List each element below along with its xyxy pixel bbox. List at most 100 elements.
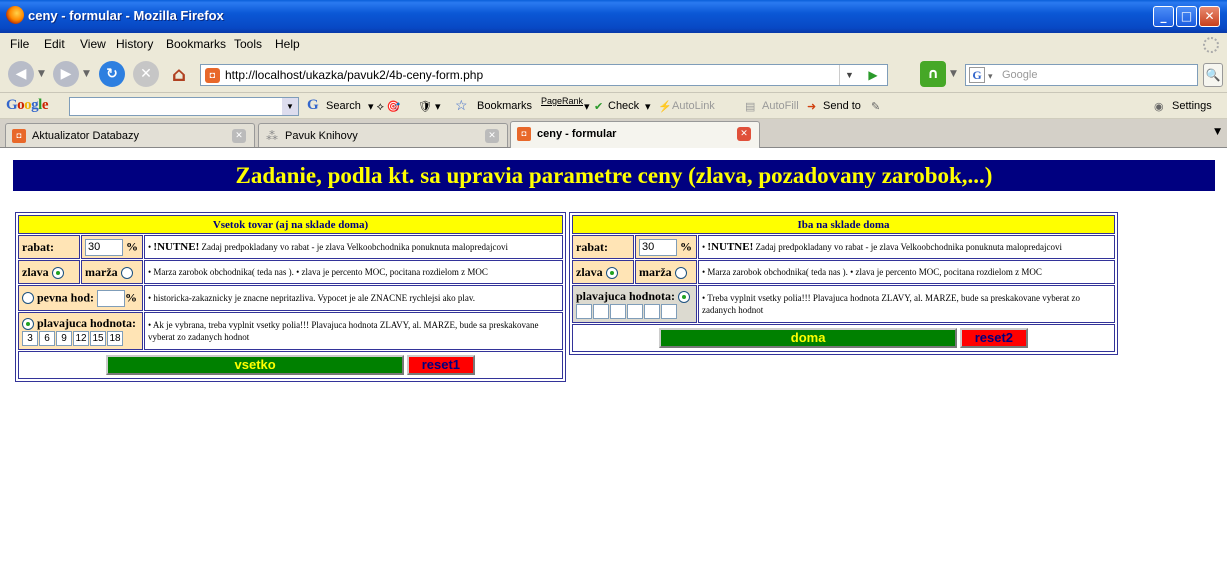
autolink-button[interactable]: AutoLink <box>672 100 715 112</box>
plavajuca-radio[interactable] <box>678 291 691 304</box>
autofill-button[interactable]: AutoFill <box>762 100 799 112</box>
percent-label: % <box>125 289 138 304</box>
marza-note: • Marza zarobok obchodnika( teda nas ). … <box>144 260 563 284</box>
tab-pavuk-knihovy[interactable]: ⁂ Pavuk Knihovy ✕ <box>258 123 508 147</box>
search-dropdown-icon[interactable]: ▾ ⟡ 🎯 <box>368 100 401 114</box>
plav-value-input[interactable]: 15 <box>90 331 106 346</box>
settings-icon: ◉ <box>1154 101 1164 113</box>
autofill-icon: ▤ <box>745 101 756 113</box>
rabat-label: rabat: <box>18 235 80 259</box>
tab-close-icon[interactable]: ✕ <box>485 129 499 143</box>
note-text: Zadaj predpokladany vo rabat - je zlava … <box>755 242 1062 252</box>
maximize-button[interactable]: □ <box>1176 6 1197 27</box>
menu-view[interactable]: View <box>80 37 106 51</box>
menu-history[interactable]: History <box>116 37 153 51</box>
pevna-note: • historicka-zakaznicky je znacne neprit… <box>144 285 563 311</box>
google-toolbar-icon[interactable]: ∩ <box>920 61 946 87</box>
reset1-button[interactable]: reset1 <box>406 355 475 375</box>
star-icon: ☆ <box>455 97 468 113</box>
pevna-radio[interactable] <box>22 292 34 304</box>
reset2-button[interactable]: reset2 <box>959 328 1028 348</box>
search-engine-icon[interactable]: G <box>969 67 985 83</box>
percent-label: % <box>126 238 138 253</box>
menu-tools[interactable]: Tools <box>234 37 262 51</box>
highlighter-icon[interactable]: ✎ <box>871 100 880 113</box>
vsetko-submit-button[interactable]: vsetko <box>106 355 405 375</box>
window-title: ceny - formular - Mozilla Firefox <box>28 8 224 23</box>
back-icon[interactable]: ◀ <box>8 61 34 87</box>
marza-label: marža <box>639 264 672 279</box>
zlava-radio[interactable] <box>51 266 64 279</box>
url-history-dropdown-icon[interactable]: ▼ <box>839 65 859 85</box>
pagerank-indicator[interactable]: PageRank <box>541 96 583 106</box>
sendto-button[interactable]: Send to <box>823 100 861 112</box>
go-icon[interactable]: ▶ <box>863 65 883 85</box>
check-button[interactable]: Check <box>608 100 639 112</box>
plav-value-input[interactable] <box>593 304 609 319</box>
plavajuca-note: • Treba vyplnit vsetky polia!!! Plavajuc… <box>698 285 1115 323</box>
menu-edit[interactable]: Edit <box>44 37 65 51</box>
zlava-label: zlava <box>22 264 49 279</box>
home-icon[interactable]: ⌂ <box>166 61 192 87</box>
plav-value-input[interactable]: 6 <box>39 331 55 346</box>
google-search-dropdown-icon[interactable]: ▼ <box>282 98 298 115</box>
forward-icon[interactable]: ▶ <box>53 61 79 87</box>
close-button[interactable]: ✕ <box>1199 6 1220 27</box>
google-search-input[interactable]: ▼ <box>69 97 299 116</box>
back-dropdown-icon[interactable]: ▼ <box>38 69 45 79</box>
form-header: Iba na sklade doma <box>572 215 1115 234</box>
tab-aktualizator[interactable]: ◘ Aktualizator Databazy ✕ <box>5 123 255 147</box>
blocker-icon[interactable]: 🛡 ▾ <box>418 100 441 113</box>
tab-close-icon[interactable]: ✕ <box>232 129 246 143</box>
form-header: Vsetok tovar (aj na sklade doma) <box>18 215 563 234</box>
menu-file[interactable]: File <box>10 37 29 51</box>
tab-favicon: ◘ <box>12 129 26 143</box>
pevna-input[interactable] <box>97 289 126 307</box>
note-important: !NUTNE! <box>153 241 200 253</box>
plav-value-input[interactable] <box>576 304 592 319</box>
search-box[interactable]: G ▾ Google <box>965 64 1198 86</box>
plav-value-input[interactable]: 9 <box>56 331 72 346</box>
plav-value-input[interactable] <box>661 304 677 319</box>
minimize-button[interactable]: _ <box>1153 6 1174 27</box>
tab-label: Aktualizator Databazy <box>32 130 139 142</box>
tab-label: ceny - formular <box>537 128 617 140</box>
menu-help[interactable]: Help <box>275 37 300 51</box>
navigation-toolbar: ◀ ▼ ▶ ▼ ↻ ✕ ⌂ ◘ http://localhost/ukazka/… <box>0 55 1227 93</box>
tab-close-icon[interactable]: ✕ <box>737 127 751 141</box>
tab-ceny-formular[interactable]: ◘ ceny - formular ✕ <box>510 121 760 148</box>
rabat-label: rabat: <box>572 235 634 259</box>
plav-value-input[interactable]: 12 <box>73 331 89 346</box>
url-bar[interactable]: ◘ http://localhost/ukazka/pavuk2/4b-ceny… <box>200 64 888 86</box>
form-vsetko: Vsetok tovar (aj na sklade doma) rabat: … <box>15 212 566 382</box>
search-button[interactable]: 🔍 <box>1203 63 1223 87</box>
menu-bookmarks[interactable]: Bookmarks <box>166 37 226 51</box>
forward-dropdown-icon[interactable]: ▼ <box>83 69 90 79</box>
plav-value-input[interactable] <box>610 304 626 319</box>
google-toolbar: Google ▼ G Search ▾ ⟡ 🎯 🛡 ▾ ☆ Bookmarks … <box>0 93 1227 119</box>
reload-icon[interactable]: ↻ <box>99 61 125 87</box>
rabat-note: • !NUTNE! Zadaj predpokladany vo rabat -… <box>698 235 1115 259</box>
google-search-button[interactable]: Search <box>326 100 361 112</box>
marza-radio[interactable] <box>674 266 687 279</box>
bookmarks-button[interactable]: Bookmarks <box>477 100 532 112</box>
plavajuca-radio[interactable] <box>22 318 34 331</box>
rabat-input[interactable]: 30 <box>639 238 677 256</box>
plav-value-input[interactable] <box>644 304 660 319</box>
doma-submit-button[interactable]: doma <box>659 328 958 348</box>
tab-list-icon[interactable]: ▼ <box>1214 127 1221 137</box>
check-dropdown-icon[interactable]: ▾ <box>645 100 651 113</box>
google-logo[interactable]: Google <box>6 97 49 114</box>
google-dropdown-icon[interactable]: ▼ <box>950 69 957 79</box>
pagerank-dropdown-icon[interactable]: ▾ <box>584 100 590 113</box>
title-bar: ceny - formular - Mozilla Firefox _ □ ✕ <box>0 0 1227 33</box>
zlava-radio[interactable] <box>605 266 618 279</box>
plav-value-input[interactable]: 3 <box>22 331 38 346</box>
marza-radio[interactable] <box>120 266 133 279</box>
rabat-input[interactable]: 30 <box>85 238 123 256</box>
stop-icon[interactable]: ✕ <box>133 61 159 87</box>
plav-value-input[interactable]: 18 <box>107 331 123 346</box>
search-engine-dropdown-icon[interactable]: ▾ <box>988 71 993 82</box>
plav-value-input[interactable] <box>627 304 643 319</box>
settings-button[interactable]: Settings <box>1172 100 1212 112</box>
